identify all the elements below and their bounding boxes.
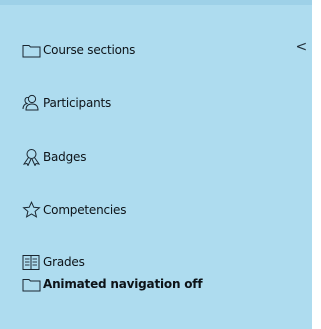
nav-item-label: Competencies — [43, 203, 127, 217]
nav-item-label: Course sections — [43, 43, 136, 57]
nav-item-label: Participants — [43, 96, 112, 110]
nav-item-label: Grades — [43, 255, 85, 269]
users-icon — [21, 93, 41, 113]
gradebook-icon — [21, 252, 41, 272]
folder-icon — [21, 40, 41, 60]
badge-icon — [21, 147, 41, 167]
folder-icon — [21, 274, 41, 294]
nav-item-badges[interactable]: Badges — [21, 145, 307, 169]
nav-item-participants[interactable]: Participants — [21, 91, 307, 115]
nav-item-course-sections[interactable]: Course sections < — [21, 38, 307, 62]
chevron-left-icon[interactable]: < — [295, 39, 307, 55]
nav-item-animated-navigation[interactable]: Animated navigation off — [21, 272, 307, 296]
nav-item-label: Badges — [43, 150, 87, 164]
course-navigation-panel: Course sections < Participants Badges Co… — [0, 0, 312, 329]
nav-item-label: Animated navigation off — [43, 277, 203, 291]
nav-item-grades[interactable]: Grades — [21, 250, 307, 274]
star-icon — [21, 200, 41, 220]
nav-item-competencies[interactable]: Competencies — [21, 198, 307, 222]
